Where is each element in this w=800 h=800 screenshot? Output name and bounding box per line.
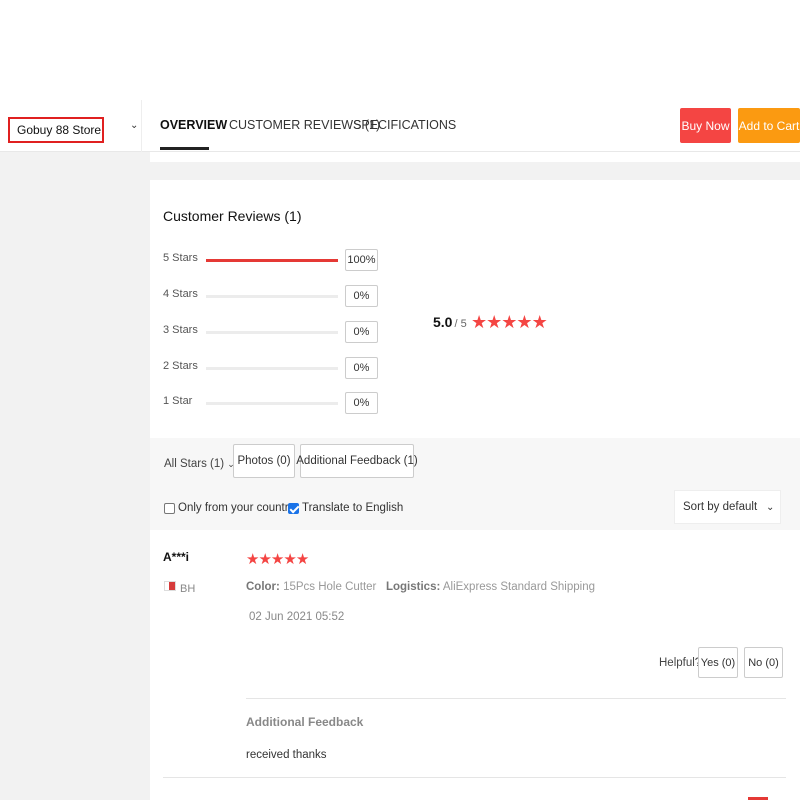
color-label: Color: [246,581,280,593]
helpful-no-button[interactable]: No (0) [744,647,783,678]
rating-row-label: 3 Stars [163,324,198,336]
tab-overview[interactable]: OVERVIEW [160,118,227,132]
active-tab-indicator [160,147,209,150]
review-meta: Color: 15Pcs Hole Cutter Logistics: AliE… [246,581,595,593]
rating-row-2[interactable]: 2 Stars 0% [163,357,393,379]
tab-specifications[interactable]: SPECIFICATIONS [353,118,456,132]
rating-percent: 0% [345,321,378,343]
star-icon: ★ [283,551,296,568]
additional-feedback-title: Additional Feedback [246,715,364,729]
review-date: 02 Jun 2021 05:52 [249,611,345,623]
all-stars-label: All Stars (1) [164,458,225,470]
rating-row-3[interactable]: 3 Stars 0% [163,321,393,343]
rating-percent: 100% [345,249,378,271]
color-value: 15Pcs Hole Cutter [283,581,377,593]
add-to-cart-button[interactable]: Add to Cart [738,108,800,143]
additional-feedback-filter-button[interactable]: Additional Feedback (1) [296,444,418,478]
logistics-label: Logistics: [385,581,441,593]
rating-bar-track [206,402,338,405]
translate-checkbox[interactable]: Translate to English [288,502,403,514]
star-icon: ★ [501,312,517,332]
review-filter-bar: All Stars (1) ⌄ Photos (0) Additional Fe… [150,438,800,530]
star-icon: ★ [270,551,284,568]
only-country-checkbox[interactable]: Only from your country [164,502,294,514]
star-icon: ★ [295,551,309,568]
photos-filter-button[interactable]: Photos (0) [233,444,295,478]
reviewer-name: A***i [163,550,190,564]
translate-label: Translate to English [302,502,404,514]
rating-bar-fill [206,259,338,262]
additional-feedback-text: received thanks [246,749,327,761]
customer-reviews-panel: Customer Reviews (1) 5 Stars 100% 4 Star… [150,180,800,800]
rating-row-label: 5 Stars [163,252,198,264]
chevron-down-icon[interactable]: ⌄ [130,120,138,131]
product-nav-bar: Gobuy 88 Store ⌄ OVERVIEW CUSTOMER REVIE… [0,100,800,152]
review-divider [246,698,786,699]
rating-percent: 0% [345,285,378,307]
average-rating: 5.0/ 5 [433,314,467,330]
rating-row-1[interactable]: 1 Star 0% [163,392,393,414]
all-stars-dropdown[interactable]: All Stars (1) ⌄ [164,458,235,470]
chevron-down-icon: ⌄ [766,502,775,513]
sort-select[interactable]: Sort by default [674,490,781,524]
average-out-of: / 5 [454,318,467,330]
star-icon: ★ [531,312,548,332]
checkbox-box[interactable] [288,502,299,514]
star-icon: ★ [471,312,487,332]
rating-percent: 0% [345,357,378,379]
checkbox-box[interactable] [164,502,175,514]
rating-row-4[interactable]: 4 Stars 0% [163,285,393,307]
store-name-link[interactable]: Gobuy 88 Store [8,117,104,143]
review-stars: ★★★★★ [246,550,309,568]
rating-row-label: 2 Stars [163,360,198,372]
helpful-label: Helpful? [659,657,702,669]
nav-divider [141,100,142,152]
average-stars: ★★★★★ [471,312,548,333]
average-score: 5.0 [433,314,453,330]
star-icon: ★ [486,312,502,332]
rating-bar-track [206,367,338,370]
rating-row-5[interactable]: 5 Stars 100% [163,249,393,271]
rating-row-label: 4 Stars [163,288,198,300]
review-bottom-divider [163,777,786,778]
helpful-yes-button[interactable]: Yes (0) [698,647,738,678]
rating-bar-track [206,295,338,298]
buy-now-button[interactable]: Buy Now [680,108,731,143]
star-icon: ★ [246,551,259,568]
logistics-value: AliExpress Standard Shipping [442,581,596,593]
reviewer-country: BH [180,583,196,595]
flag-icon [164,581,176,591]
star-icon: ★ [516,312,532,332]
rating-bar-track [206,331,338,334]
rating-bar-track [206,259,338,262]
only-country-label: Only from your country [178,502,295,514]
star-icon: ★ [258,551,271,568]
reviews-title: Customer Reviews (1) [163,208,302,224]
overview-strip [150,152,800,162]
rating-percent: 0% [345,392,378,414]
rating-row-label: 1 Star [163,395,193,407]
